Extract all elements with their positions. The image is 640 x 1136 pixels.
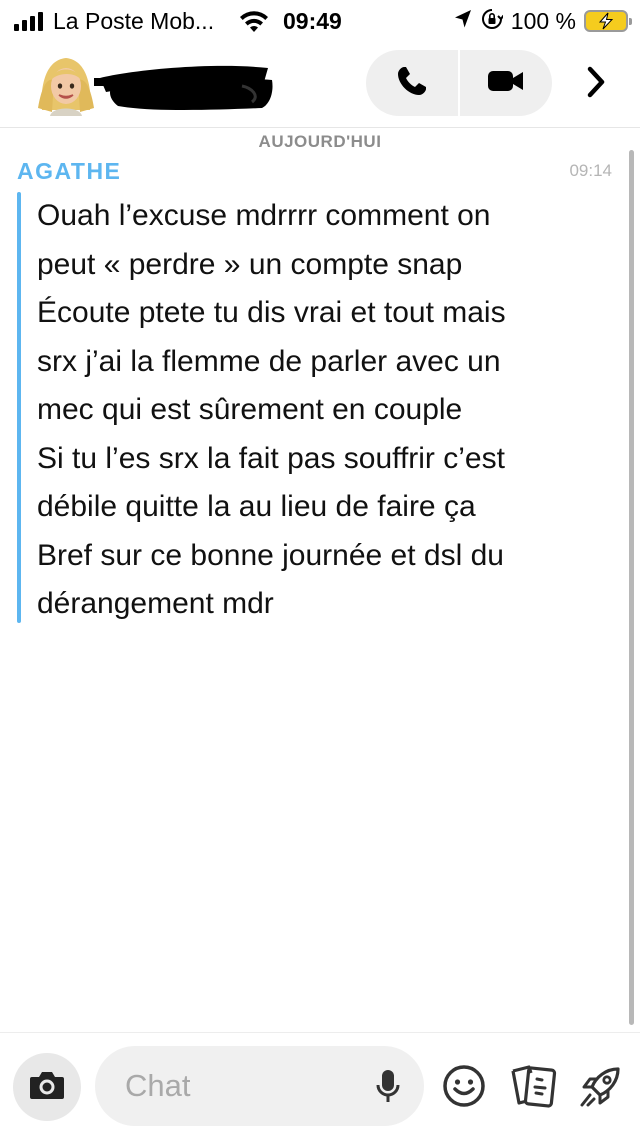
date-separator: AUJOURD'HUI bbox=[258, 132, 382, 151]
call-actions bbox=[366, 50, 552, 116]
games-button[interactable] bbox=[576, 1063, 626, 1113]
voice-note-button[interactable] bbox=[372, 1069, 404, 1109]
camera-icon bbox=[28, 1069, 66, 1106]
status-bar: La Poste Mob... 09:49 100 % bbox=[0, 0, 640, 42]
message-line: srx j’ai la flemme de parler avec un bbox=[37, 344, 501, 378]
message-sender: AGATHE bbox=[17, 158, 122, 184]
carrier-name: La Poste Mob... bbox=[53, 7, 215, 34]
message-time: 09:14 bbox=[569, 161, 612, 180]
battery-percent: 100 % bbox=[510, 7, 576, 34]
composer-bar bbox=[0, 1032, 640, 1136]
emoji-icon bbox=[442, 1064, 486, 1113]
phone-icon bbox=[395, 64, 429, 103]
status-time: 09:49 bbox=[283, 8, 342, 34]
sticker-button[interactable] bbox=[508, 1063, 558, 1113]
battery-icon bbox=[584, 10, 632, 32]
message-line: dérangement mdr bbox=[37, 587, 274, 620]
video-camera-icon bbox=[486, 67, 526, 100]
more-options-button[interactable] bbox=[578, 62, 614, 106]
message-body[interactable]: Ouah l’excuse mdrrrr comment on peut « p… bbox=[37, 192, 617, 629]
camera-button[interactable] bbox=[13, 1053, 81, 1121]
scroll-indicator[interactable] bbox=[629, 150, 634, 1025]
sticker-icon bbox=[509, 1063, 557, 1114]
voice-call-button[interactable] bbox=[366, 50, 458, 116]
message-line: Écoute ptete tu dis vrai et tout mais bbox=[37, 296, 506, 329]
orientation-lock-icon bbox=[481, 8, 505, 35]
message-line: Ouah l’excuse mdrrrr comment on bbox=[37, 199, 491, 232]
message-line: débile quitte la au lieu de faire ça bbox=[37, 490, 476, 523]
chevron-right-icon bbox=[584, 65, 608, 104]
message-line: mec qui est sûrement en couple bbox=[37, 393, 463, 426]
chat-header bbox=[0, 42, 640, 128]
rocket-icon bbox=[578, 1063, 624, 1114]
message-line: Si tu l’es srx la fait pas souffrir c’es… bbox=[37, 441, 505, 475]
wifi-icon bbox=[236, 8, 272, 39]
avatar[interactable] bbox=[32, 50, 100, 118]
message-line: Bref sur ce bonne journée et dsl du bbox=[37, 538, 504, 572]
status-bar-right: 100 % bbox=[453, 6, 632, 36]
message-line: peut « perdre » un compte snap bbox=[37, 247, 463, 281]
microphone-icon bbox=[375, 1068, 401, 1111]
emoji-button[interactable] bbox=[441, 1064, 487, 1113]
location-arrow-icon bbox=[453, 8, 473, 35]
cellular-signal-icon bbox=[14, 11, 43, 31]
status-bar-left: La Poste Mob... bbox=[14, 6, 214, 36]
message-accent-bar bbox=[17, 192, 21, 623]
contact-name-redacted[interactable] bbox=[92, 56, 282, 123]
video-call-button[interactable] bbox=[460, 50, 552, 116]
